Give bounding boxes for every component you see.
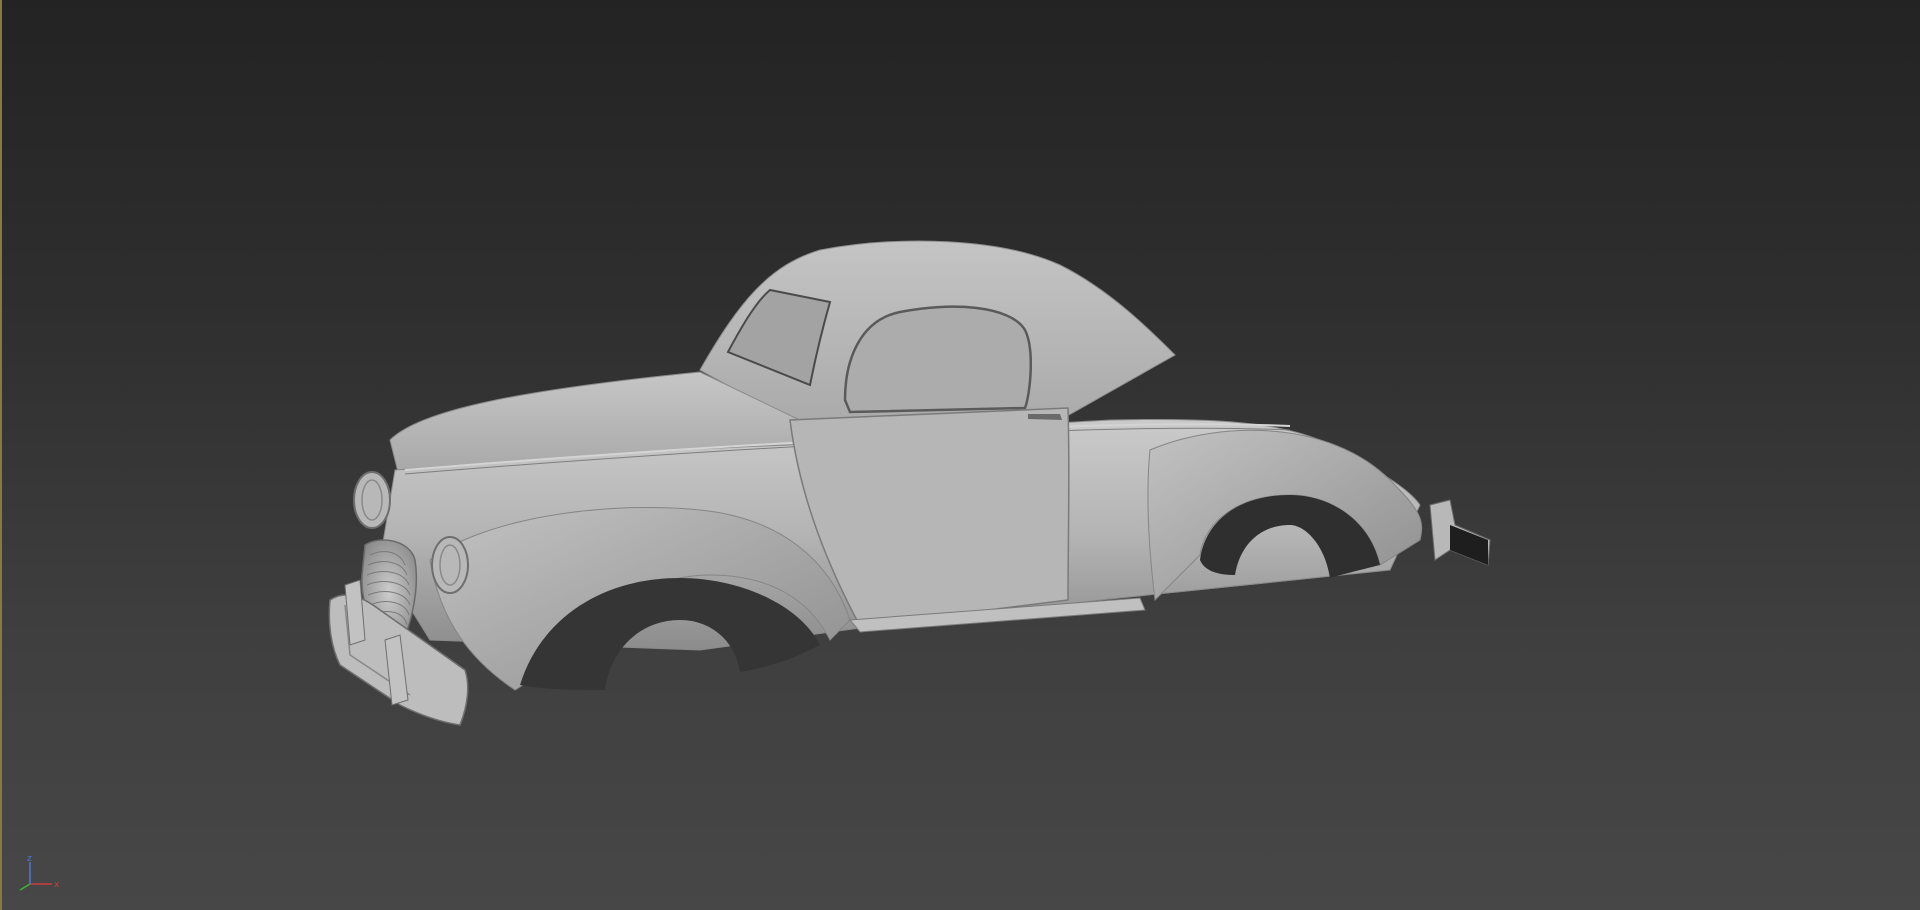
3d-viewport[interactable]: x z bbox=[0, 0, 1920, 910]
axis-gizmo: x z bbox=[19, 854, 60, 891]
door-handle bbox=[1028, 414, 1062, 420]
car-body-model[interactable] bbox=[0, 0, 1920, 910]
axis-z-label: z bbox=[27, 854, 32, 864]
axis-y-line bbox=[19, 883, 31, 891]
axis-x-label: x bbox=[54, 880, 60, 890]
